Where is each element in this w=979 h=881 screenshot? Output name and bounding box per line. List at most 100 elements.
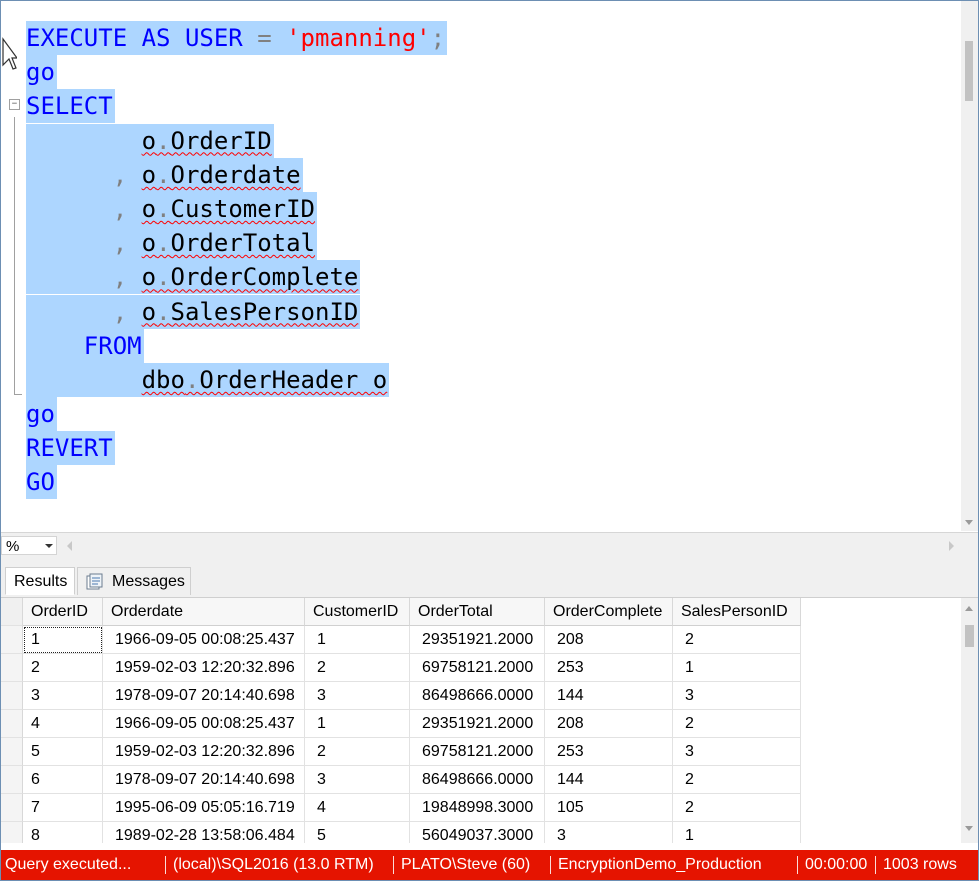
code-token: OrderID	[170, 126, 272, 155]
row-header[interactable]	[1, 794, 23, 822]
code-line[interactable]: , o.OrderComplete	[26, 260, 447, 295]
table-cell[interactable]: 3	[305, 766, 410, 794]
table-cell[interactable]: 29351921.2000	[410, 626, 545, 654]
table-cell[interactable]: 1	[305, 710, 410, 738]
code-line[interactable]: , o.OrderTotal	[26, 226, 447, 261]
tab-results[interactable]: Results	[5, 567, 75, 595]
code-line[interactable]: GO	[26, 465, 447, 500]
column-header[interactable]: OrderTotal	[410, 598, 545, 626]
column-header[interactable]: SalesPersonID	[673, 598, 801, 626]
table-cell[interactable]: 8	[23, 822, 103, 843]
table-cell[interactable]: 144	[545, 682, 673, 710]
table-cell[interactable]: 253	[545, 654, 673, 682]
column-header[interactable]: CustomerID	[305, 598, 410, 626]
table-cell[interactable]: 19848998.3000	[410, 794, 545, 822]
table-cell[interactable]: 1989-02-28 13:58:06.484	[103, 822, 305, 843]
table-cell[interactable]: 7	[23, 794, 103, 822]
table-cell[interactable]: 2	[23, 654, 103, 682]
table-cell[interactable]: 1959-02-03 12:20:32.896	[103, 654, 305, 682]
table-cell[interactable]: 1	[23, 626, 103, 654]
table-cell[interactable]: 3	[23, 682, 103, 710]
table-cell[interactable]: 1	[305, 626, 410, 654]
table-cell[interactable]: 1995-06-09 05:05:16.719	[103, 794, 305, 822]
scroll-up-arrow-icon[interactable]	[965, 606, 973, 611]
table-cell[interactable]: 5	[23, 738, 103, 766]
table-cell[interactable]: 6	[23, 766, 103, 794]
table-cell[interactable]: 105	[545, 794, 673, 822]
table-cell[interactable]: 1959-02-03 12:20:32.896	[103, 738, 305, 766]
code-line[interactable]: o.OrderID	[26, 123, 447, 158]
table-cell[interactable]: 208	[545, 710, 673, 738]
scrollbar-thumb[interactable]	[965, 625, 974, 647]
table-cell[interactable]: 2	[305, 738, 410, 766]
sql-code[interactable]: EXECUTE AS USER = 'pmanning'; go SELECT o.…	[26, 21, 448, 500]
table-cell[interactable]: 86498666.0000	[410, 682, 545, 710]
code-line[interactable]: , o.Orderdate	[26, 157, 447, 192]
row-header[interactable]	[1, 654, 23, 682]
table-cell[interactable]: 3	[305, 682, 410, 710]
grid-vertical-scrollbar[interactable]	[961, 598, 978, 843]
table-cell[interactable]: 253	[545, 738, 673, 766]
table-cell[interactable]: 4	[305, 794, 410, 822]
collapse-toggle-icon[interactable]: −	[9, 99, 20, 110]
table-cell[interactable]: 2	[673, 626, 801, 654]
results-grid[interactable]: OrderID Orderdate CustomerID OrderTotal Orde…	[1, 598, 978, 843]
table-cell[interactable]: 69758121.2000	[410, 738, 545, 766]
table-cell[interactable]: 69758121.2000	[410, 654, 545, 682]
table-cell[interactable]: 208	[545, 626, 673, 654]
table-cell[interactable]: 1978-09-07 20:14:40.698	[103, 766, 305, 794]
table-cell[interactable]: 5	[305, 822, 410, 843]
code-line[interactable]: go	[26, 55, 447, 90]
scroll-down-arrow-icon[interactable]	[965, 520, 973, 525]
row-header[interactable]	[1, 822, 23, 843]
table-cell[interactable]: 4	[23, 710, 103, 738]
row-header[interactable]	[1, 766, 23, 794]
code-line[interactable]: , o.SalesPersonID	[26, 294, 447, 329]
table-cell[interactable]: 1	[673, 654, 801, 682]
code-line[interactable]: , o.CustomerID	[26, 191, 447, 226]
table-cell[interactable]: 56049037.3000	[410, 822, 545, 843]
code-line[interactable]: go	[26, 397, 447, 432]
table-cell[interactable]: 29351921.2000	[410, 710, 545, 738]
code-line[interactable]: SELECT	[26, 89, 447, 124]
column-header[interactable]: Orderdate	[103, 598, 305, 626]
table-cell[interactable]: 1966-09-05 00:08:25.437	[103, 626, 305, 654]
code-token: dbo	[141, 365, 185, 394]
table-cell[interactable]: 1966-09-05 00:08:25.437	[103, 710, 305, 738]
row-header[interactable]	[1, 738, 23, 766]
code-line[interactable]: FROM	[26, 328, 447, 363]
scroll-left-arrow-icon[interactable]	[67, 541, 72, 551]
table-cell[interactable]: 86498666.0000	[410, 766, 545, 794]
scroll-down-arrow-icon[interactable]	[965, 826, 973, 831]
column-header[interactable]: OrderComplete	[545, 598, 673, 626]
code-line[interactable]: REVERT	[26, 431, 447, 466]
table-cell[interactable]: 3	[673, 682, 801, 710]
row-header[interactable]	[1, 626, 23, 654]
code-line[interactable]: dbo.OrderHeader o	[26, 362, 447, 397]
scrollbar-thumb[interactable]	[965, 41, 973, 101]
code-token: CustomerID	[170, 194, 316, 223]
table-cell[interactable]: 144	[545, 766, 673, 794]
table-cell[interactable]: 2	[673, 710, 801, 738]
column-header[interactable]: OrderID	[23, 598, 103, 626]
selection-highlight: FROM	[26, 328, 144, 363]
tab-messages[interactable]: Messages	[77, 567, 191, 595]
chevron-down-icon[interactable]	[45, 544, 53, 548]
grid-corner[interactable]	[1, 598, 23, 626]
code-line[interactable]: EXECUTE AS USER = 'pmanning';	[26, 21, 448, 55]
table-cell[interactable]: 2	[673, 766, 801, 794]
table-cell[interactable]: 3	[545, 822, 673, 843]
editor-vertical-scrollbar[interactable]	[961, 1, 978, 531]
query-editor[interactable]: − EXECUTE AS USER = 'pmanning'; go SELECT …	[1, 1, 978, 531]
table-cell[interactable]: 1	[673, 822, 801, 843]
scroll-right-arrow-icon[interactable]	[949, 541, 954, 551]
row-header[interactable]	[1, 682, 23, 710]
code-token: o	[141, 126, 157, 155]
row-header[interactable]	[1, 710, 23, 738]
table-cell[interactable]: 2	[673, 794, 801, 822]
table-cell[interactable]: 3	[673, 738, 801, 766]
table-cell[interactable]: 2	[305, 654, 410, 682]
table-cell[interactable]: 1978-09-07 20:14:40.698	[103, 682, 305, 710]
